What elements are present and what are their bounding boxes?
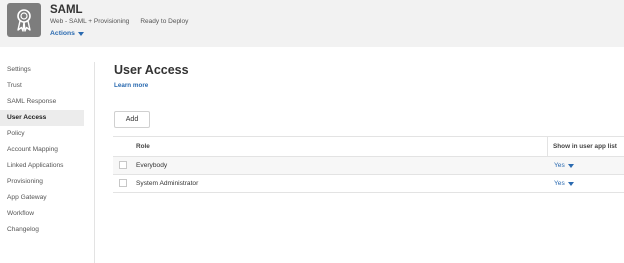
page-title: User Access [114, 63, 189, 77]
row-checkbox[interactable] [119, 179, 127, 187]
chevron-down-icon [567, 181, 574, 186]
column-header-show-in-app-list: Show in user app list [553, 143, 617, 150]
app-logo-icon [7, 3, 41, 37]
ribbon-badge-icon [17, 9, 31, 32]
row-checkbox[interactable] [119, 161, 127, 169]
app-header: SAML Web - SAML + Provisioning Ready to D… [0, 0, 624, 47]
role-name: System Administrator [136, 180, 199, 187]
column-header-role: Role [136, 143, 150, 150]
sidebar-item-policy[interactable]: Policy [0, 126, 84, 142]
sidebar-divider [94, 62, 95, 263]
column-separator [547, 137, 548, 156]
sidebar-item-linked-applications[interactable]: Linked Applications [0, 158, 84, 174]
table-body: Everybody Yes System Administrator Yes [113, 157, 624, 193]
show-in-app-list-value: Yes [554, 162, 565, 169]
app-subtitle: Web - SAML + Provisioning Ready to Deploy [50, 18, 188, 25]
sidebar-item-app-gateway[interactable]: App Gateway [0, 190, 84, 206]
sidebar-item-trust[interactable]: Trust [0, 78, 84, 94]
sidebar-item-settings[interactable]: Settings [0, 62, 84, 78]
actions-label: Actions [50, 30, 75, 37]
app-type: Web - SAML + Provisioning [50, 18, 130, 25]
sidebar-item-provisioning[interactable]: Provisioning [0, 174, 84, 190]
table-row: System Administrator Yes [113, 175, 624, 193]
show-in-app-list-dropdown[interactable]: Yes [554, 180, 574, 187]
sidebar-item-saml-response[interactable]: SAML Response [0, 94, 84, 110]
sidebar-item-changelog[interactable]: Changelog [0, 222, 84, 238]
learn-more-link[interactable]: Learn more [114, 82, 148, 89]
role-name: Everybody [136, 162, 168, 169]
chevron-down-icon [567, 163, 574, 168]
actions-menu-button[interactable]: Actions [50, 30, 84, 37]
sidebar-item-account-mapping[interactable]: Account Mapping [0, 142, 84, 158]
chevron-down-icon [77, 31, 84, 36]
sidebar-item-workflow[interactable]: Workflow [0, 206, 84, 222]
app-title: SAML [50, 4, 83, 16]
table-row: Everybody Yes [113, 157, 624, 175]
deploy-status: Ready to Deploy [140, 18, 189, 25]
show-in-app-list-dropdown[interactable]: Yes [554, 162, 574, 169]
user-access-table: Role Show in user app list Everybody Yes S… [113, 136, 624, 193]
sidebar-item-user-access[interactable]: User Access [0, 110, 84, 126]
add-button[interactable]: Add [114, 111, 150, 128]
table-header: Role Show in user app list [113, 136, 624, 157]
show-in-app-list-value: Yes [554, 180, 565, 187]
sidebar: Settings Trust SAML Response User Access Pol… [0, 62, 84, 238]
